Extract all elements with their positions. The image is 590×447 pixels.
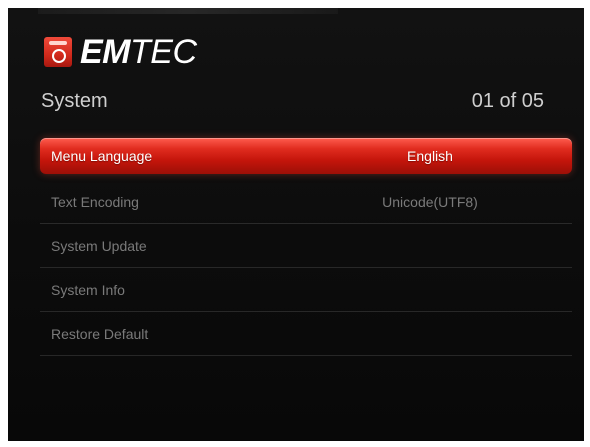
menu-item-label: System Update xyxy=(51,237,147,254)
emtec-logo-icon xyxy=(44,37,72,67)
settings-panel: EMTEC System 01 of 05 Menu Language Engl… xyxy=(8,8,584,441)
page-title: System xyxy=(41,90,108,112)
menu-item-text-encoding[interactable]: Text Encoding Unicode(UTF8) xyxy=(40,180,572,224)
menu-item-value: English xyxy=(407,148,453,164)
settings-menu: Menu Language English Text Encoding Unic… xyxy=(40,138,572,356)
menu-item-system-info[interactable]: System Info xyxy=(40,268,572,312)
logo-text: EMTEC xyxy=(80,35,197,69)
menu-item-label: Text Encoding xyxy=(51,193,139,210)
menu-item-restore-default[interactable]: Restore Default xyxy=(40,312,572,356)
menu-item-label: Menu Language xyxy=(51,148,153,164)
menu-item-label: Restore Default xyxy=(51,325,149,342)
menu-item-menu-language[interactable]: Menu Language English xyxy=(40,138,572,174)
logo-text-light: TEC xyxy=(130,33,197,71)
screen: EMTEC System 01 of 05 Menu Language Engl… xyxy=(0,0,590,447)
top-edge-artifact xyxy=(38,8,338,14)
page-counter: 01 of 05 xyxy=(471,90,544,112)
menu-item-label: System Info xyxy=(51,281,125,298)
logo-text-bold: EM xyxy=(80,33,131,71)
brand-logo: EMTEC xyxy=(44,32,197,72)
menu-item-system-update[interactable]: System Update xyxy=(40,224,572,268)
menu-item-value: Unicode(UTF8) xyxy=(382,193,478,210)
